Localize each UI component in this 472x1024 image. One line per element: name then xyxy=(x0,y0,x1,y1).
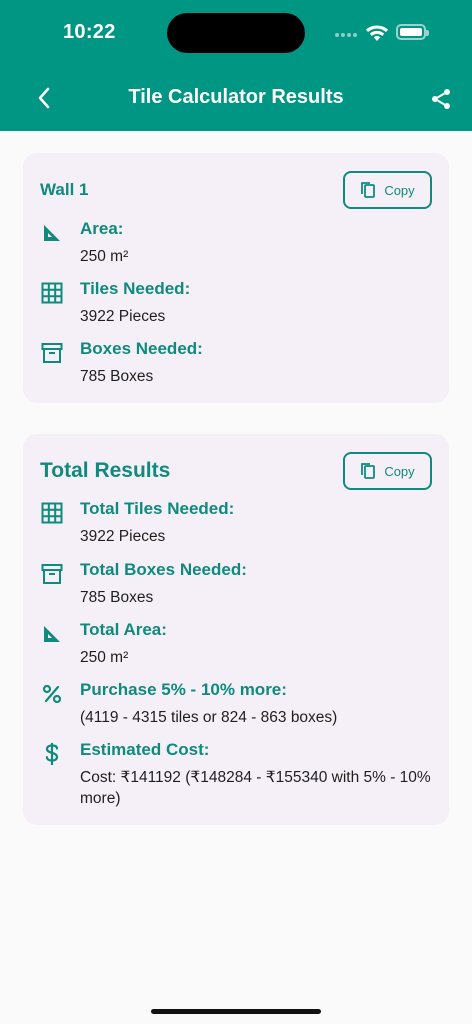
archive-box-icon xyxy=(40,562,64,586)
cellular-signal-icon xyxy=(335,33,357,37)
purchase-extra-value: (4119 - 4315 tiles or 824 - 863 boxes) xyxy=(80,709,338,726)
wall-title: Wall 1 xyxy=(40,180,89,199)
total-tiles-value: 3922 Pieces xyxy=(80,528,166,545)
percent-icon xyxy=(40,682,64,706)
wall-copy-button[interactable]: Copy xyxy=(343,171,432,209)
area-label: Area: xyxy=(80,219,124,238)
total-copy-button[interactable]: Copy xyxy=(343,452,432,490)
grid-icon xyxy=(40,501,64,525)
total-boxes-label: Total Boxes Needed: xyxy=(80,560,247,579)
total-tiles-label: Total Tiles Needed: xyxy=(80,499,235,518)
copy-label: Copy xyxy=(384,463,415,479)
dynamic-island xyxy=(167,13,305,53)
battery-icon xyxy=(396,24,429,40)
grid-icon xyxy=(40,281,64,305)
ruler-square-icon xyxy=(40,622,64,646)
estimated-cost-value: Cost: ₹141192 (₹148284 - ₹155340 with 5%… xyxy=(80,769,431,807)
boxes-needed-value: 785 Boxes xyxy=(80,368,154,385)
estimated-cost-label: Estimated Cost: xyxy=(80,740,210,759)
copy-icon xyxy=(361,182,376,198)
total-area-value: 250 m² xyxy=(80,649,129,666)
status-time: 10:22 xyxy=(63,21,116,43)
archive-box-icon xyxy=(40,341,64,365)
total-results-title: Total Results xyxy=(40,459,171,482)
share-icon xyxy=(432,89,450,109)
tiles-needed-label: Tiles Needed: xyxy=(80,279,191,298)
page-title: Tile Calculator Results xyxy=(128,86,344,108)
purchase-extra-label: Purchase 5% - 10% more: xyxy=(80,680,287,699)
tiles-needed-value: 3922 Pieces xyxy=(80,308,166,325)
boxes-needed-label: Boxes Needed: xyxy=(80,339,203,358)
ruler-square-icon xyxy=(40,221,64,245)
copy-icon xyxy=(361,463,376,479)
wall-result-card: Wall 1 Copy Area: 250 m² Tiles Needed: 3… xyxy=(23,153,449,403)
share-button[interactable] xyxy=(427,85,455,113)
home-indicator xyxy=(151,1009,321,1014)
total-results-card: Total Results Copy Total Tiles Needed: 3… xyxy=(23,434,449,825)
copy-label: Copy xyxy=(384,182,415,198)
app-bar: 10:22 Tile Calculator Results xyxy=(0,0,472,131)
area-value: 250 m² xyxy=(80,248,129,265)
dollar-icon xyxy=(40,742,64,766)
wifi-icon xyxy=(365,22,389,47)
total-area-label: Total Area: xyxy=(80,620,167,639)
total-boxes-value: 785 Boxes xyxy=(80,589,154,606)
